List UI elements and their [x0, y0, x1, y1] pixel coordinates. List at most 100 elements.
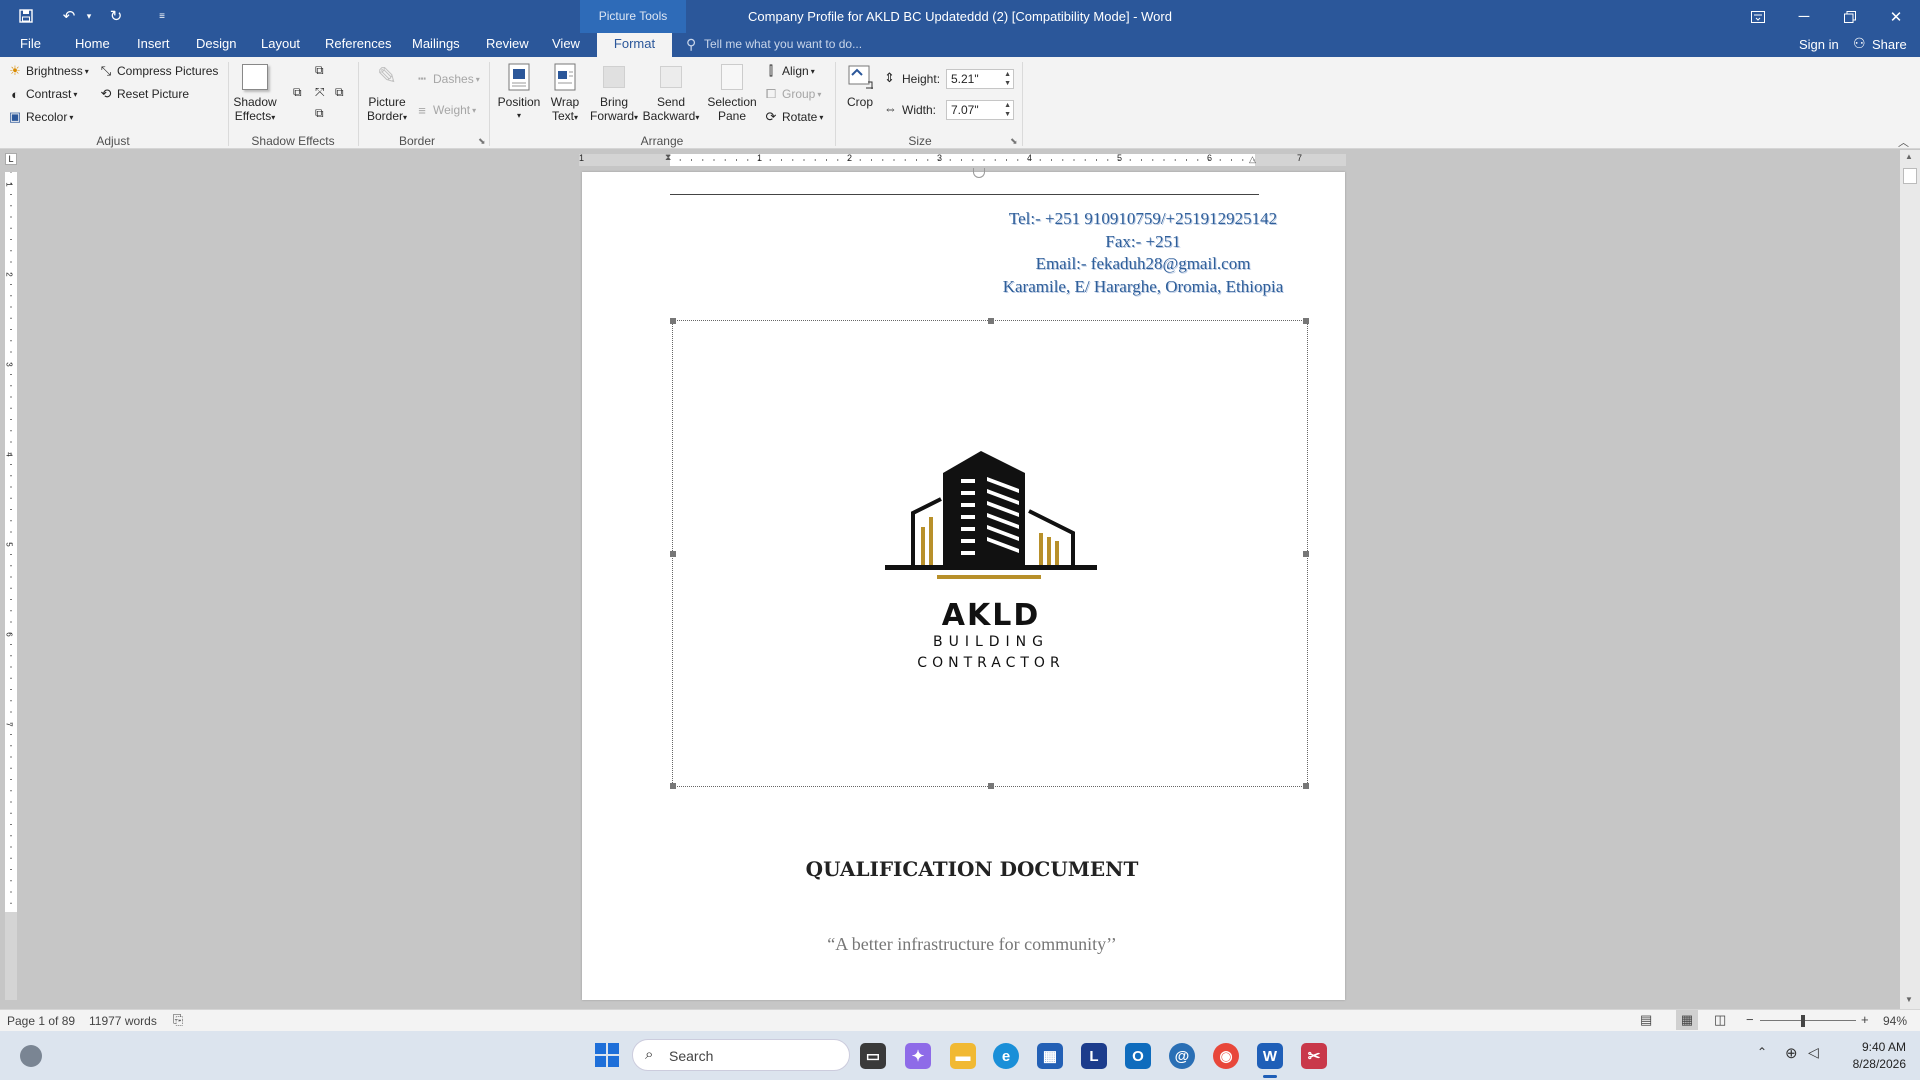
- redo-icon[interactable]: ↻: [105, 6, 127, 26]
- height-input[interactable]: 5.21" ▲ ▼: [946, 69, 1014, 89]
- file-explorer-icon[interactable]: ▬: [950, 1043, 976, 1069]
- word-icon[interactable]: W: [1257, 1043, 1283, 1069]
- chrome-icon[interactable]: ◉: [1213, 1043, 1239, 1069]
- outlook-icon[interactable]: O: [1125, 1043, 1151, 1069]
- chevron-up-icon[interactable]: ⌃: [1757, 1045, 1767, 1059]
- sign-in-link[interactable]: Sign in: [1799, 37, 1839, 52]
- align-button[interactable]: ⫿ Align ▾: [763, 61, 815, 81]
- group-button[interactable]: ⧠ Group ▾: [763, 84, 822, 104]
- selection-pane-button[interactable]: Selection Pane: [704, 61, 760, 123]
- nudge-shadow-left-icon[interactable]: ⧉: [293, 85, 302, 100]
- collapse-ribbon-icon[interactable]: ︿: [1898, 134, 1909, 150]
- vertical-scrollbar[interactable]: ▲ ▼: [1900, 150, 1920, 1009]
- shadow-on-off-icon[interactable]: ⤧: [315, 85, 325, 100]
- copilot-icon[interactable]: ✦: [905, 1043, 931, 1069]
- store-icon[interactable]: ▦: [1037, 1043, 1063, 1069]
- tab-insert[interactable]: Insert: [126, 33, 181, 57]
- tab-references[interactable]: References: [314, 33, 402, 57]
- resize-handle[interactable]: [670, 783, 676, 789]
- shadow-effects-button[interactable]: Shadow Effects▾: [230, 61, 280, 125]
- read-mode-icon[interactable]: ▤: [1640, 1012, 1652, 1028]
- tab-review[interactable]: Review: [475, 33, 540, 57]
- tab-mailings[interactable]: Mailings: [401, 33, 471, 57]
- right-indent-marker-icon[interactable]: △: [1249, 154, 1256, 165]
- zoom-slider[interactable]: [1760, 1020, 1856, 1021]
- selected-picture-frame[interactable]: AKLD BUILDING CONTRACTOR: [670, 318, 1309, 789]
- horizontal-ruler[interactable]: 1 1 2 3 4 5 6 7 ⧗ △: [579, 152, 1346, 166]
- contrast-button[interactable]: ◐ Contrast ▾: [7, 84, 77, 104]
- save-icon[interactable]: [15, 6, 37, 26]
- reset-picture-button[interactable]: ⟲ Reset Picture: [98, 84, 189, 104]
- restore-icon[interactable]: [1827, 0, 1873, 33]
- picture-border-button[interactable]: ✎ Picture Border▾: [362, 61, 412, 125]
- tab-design[interactable]: Design: [185, 33, 247, 57]
- lenovo-icon[interactable]: L: [1081, 1043, 1107, 1069]
- ribbon-display-options-icon[interactable]: [1735, 0, 1781, 33]
- compress-pictures-button[interactable]: ⤡ Compress Pictures: [98, 61, 219, 81]
- close-icon[interactable]: ✕: [1873, 0, 1919, 33]
- nudge-shadow-right-icon[interactable]: ⧉: [335, 85, 344, 100]
- tab-layout[interactable]: Layout: [250, 33, 311, 57]
- windows-start-icon[interactable]: [594, 1042, 620, 1068]
- resize-handle[interactable]: [1303, 783, 1309, 789]
- tab-file[interactable]: File: [9, 33, 52, 57]
- volume-icon[interactable]: ◁: [1808, 1044, 1819, 1061]
- clock-date[interactable]: 8/28/2026: [1840, 1057, 1906, 1071]
- spin-down-icon[interactable]: ▼: [1004, 111, 1011, 119]
- zoom-slider-thumb[interactable]: [1801, 1015, 1805, 1027]
- bring-forward-button[interactable]: Bring Forward▾: [588, 61, 640, 125]
- tell-me-input[interactable]: Tell me what you want to do...: [704, 37, 862, 51]
- edge-icon[interactable]: e: [993, 1043, 1019, 1069]
- send-backward-button[interactable]: Send Backward▾: [642, 61, 700, 125]
- widgets-icon[interactable]: [20, 1045, 42, 1067]
- resize-handle[interactable]: [1303, 318, 1309, 324]
- dialog-launcher-icon[interactable]: ⬊: [1010, 136, 1018, 147]
- rotate-button[interactable]: ⟳ Rotate ▾: [763, 107, 824, 127]
- resize-handle[interactable]: [1303, 551, 1309, 557]
- task-view-icon[interactable]: ▭: [860, 1043, 886, 1069]
- scroll-down-icon[interactable]: ▼: [1905, 995, 1913, 1004]
- tab-home[interactable]: Home: [64, 33, 121, 57]
- weight-button[interactable]: ≡ Weight ▾: [414, 100, 476, 120]
- zoom-in-icon[interactable]: +: [1861, 1012, 1869, 1027]
- share-button[interactable]: Share: [1872, 37, 1907, 52]
- nudge-shadow-up-icon[interactable]: ⧉: [315, 63, 324, 78]
- customize-qat-icon[interactable]: ≡: [151, 6, 173, 26]
- resize-handle[interactable]: [670, 318, 676, 324]
- swirl-app-icon[interactable]: @: [1169, 1043, 1195, 1069]
- document-page[interactable]: Tel:- +251 910910759/+251912925142 Fax:-…: [582, 168, 1345, 1000]
- rotate-handle-icon[interactable]: [973, 168, 985, 178]
- snipping-tool-icon[interactable]: ✂: [1301, 1043, 1327, 1069]
- resize-handle[interactable]: [670, 551, 676, 557]
- spin-down-icon[interactable]: ▼: [1004, 80, 1011, 88]
- resize-handle[interactable]: [988, 318, 994, 324]
- width-input[interactable]: 7.07" ▲ ▼: [946, 100, 1014, 120]
- scroll-up-icon[interactable]: ▲: [1905, 152, 1913, 161]
- network-icon[interactable]: ⊕: [1785, 1044, 1798, 1062]
- crop-button[interactable]: Crop: [840, 61, 880, 109]
- tab-view[interactable]: View: [541, 33, 591, 57]
- tab-format[interactable]: Format: [597, 33, 672, 57]
- minimize-icon[interactable]: ─: [1781, 0, 1827, 33]
- position-button[interactable]: Position ▾: [494, 61, 544, 123]
- vertical-ruler[interactable]: 1 2 3 4 5 6 7: [5, 172, 17, 1000]
- dashes-button[interactable]: ┅ Dashes ▾: [414, 69, 480, 89]
- print-layout-icon[interactable]: ▦: [1676, 1010, 1698, 1030]
- spin-up-icon[interactable]: ▲: [1004, 71, 1011, 79]
- tab-selector-icon[interactable]: L: [5, 153, 17, 165]
- zoom-level[interactable]: 94%: [1883, 1014, 1907, 1028]
- web-layout-icon[interactable]: ◫: [1714, 1012, 1726, 1028]
- page-count[interactable]: Page 1 of 89: [7, 1014, 75, 1028]
- taskbar-search[interactable]: ⌕ Search: [632, 1039, 850, 1071]
- spin-up-icon[interactable]: ▲: [1004, 102, 1011, 110]
- indent-marker-icon[interactable]: ⧗: [665, 152, 671, 163]
- nudge-shadow-down-icon[interactable]: ⧉: [315, 106, 324, 121]
- word-count[interactable]: 11977 words: [89, 1014, 157, 1028]
- resize-handle[interactable]: [988, 783, 994, 789]
- zoom-out-icon[interactable]: −: [1746, 1012, 1754, 1027]
- proofing-icon[interactable]: ⎘: [173, 1012, 183, 1028]
- clock-time[interactable]: 9:40 AM: [1840, 1040, 1906, 1054]
- dialog-launcher-icon[interactable]: ⬊: [478, 136, 486, 147]
- recolor-button[interactable]: ▣ Recolor ▾: [7, 107, 74, 127]
- undo-icon[interactable]: ↶: [58, 6, 80, 26]
